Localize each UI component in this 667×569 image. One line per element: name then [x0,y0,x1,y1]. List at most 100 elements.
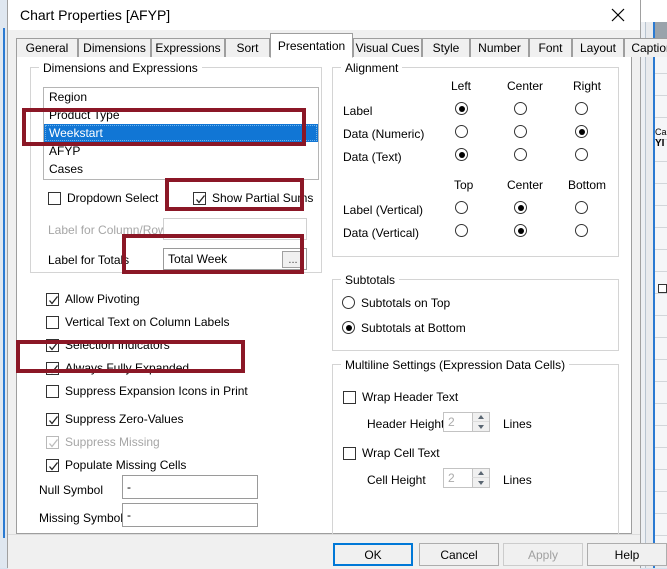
check-icon [49,342,59,351]
null-symbol-input[interactable]: - [122,475,258,499]
subtotals-group: Subtotals Subtotals on Top Subtotals at … [332,273,619,351]
suppress-zero-values-checkbox[interactable] [46,413,59,426]
alignment-data-text-right-radio[interactable] [575,148,588,161]
alignment-header-top: Top [454,178,474,192]
background-window-text-1: Ca [655,127,667,137]
ok-button[interactable]: OK [333,543,413,566]
tab-sort[interactable]: Sort [225,38,270,57]
alignment-row-data-text: Data (Text) [343,150,402,164]
tab-dimensions[interactable]: Dimensions [78,38,151,57]
background-window-resize-handle[interactable] [658,284,667,293]
alignment-label-center-radio[interactable] [514,102,527,115]
subtotals-at-bottom-radio[interactable] [342,321,355,334]
header-height-label: Header Height [367,417,445,431]
list-item[interactable]: AFYP [44,142,318,160]
suppress-expansion-icons-in-print-label: Suppress Expansion Icons in Print [65,384,248,398]
missing-symbol-input[interactable]: - [122,503,258,527]
alignment-row-label: Label [343,104,373,118]
dropdown-select-label: Dropdown Select [67,191,159,205]
tab-number[interactable]: Number [470,38,529,57]
list-item[interactable]: Region [44,88,318,106]
presentation-tab-panel: Dimensions and Expressions Region Produc… [16,57,632,549]
desktop-left-stripe [0,0,7,568]
dimensions-listbox[interactable]: Region Product Type Weekstart AFYP Cases [43,87,319,180]
label-for-totals-browse-button[interactable]: ... [282,251,304,268]
header-height-increment-icon[interactable] [472,413,489,422]
vertical-text-on-column-labels-checkbox[interactable] [46,316,59,329]
alignment-data-vertical-top-radio[interactable] [455,224,468,237]
tab-general[interactable]: General [16,38,78,57]
wrap-header-text-checkbox[interactable] [343,391,356,404]
cell-height-decrement-icon[interactable] [472,478,489,487]
cell-height-stepper[interactable]: 2 [443,468,490,488]
selection-indicators-checkbox[interactable] [46,339,59,352]
apply-button: Apply [503,543,583,566]
cancel-button[interactable]: Cancel [419,543,499,566]
alignment-label-vertical-bottom-radio[interactable] [575,201,588,214]
suppress-missing-label: Suppress Missing [65,435,160,449]
subtotals-on-top-radio[interactable] [342,296,355,309]
header-height-value: 2 [448,415,455,429]
header-height-decrement-icon[interactable] [472,422,489,431]
list-item[interactable]: Product Type [44,106,318,124]
wrap-cell-text-checkbox[interactable] [343,447,356,460]
alignment-data-vertical-bottom-radio[interactable] [575,224,588,237]
tab-strip: General Dimensions Expressions Sort Pres… [16,33,667,58]
tab-caption[interactable]: Caption [624,38,667,57]
close-icon[interactable] [596,0,640,30]
alignment-header-center: Center [507,79,544,93]
tab-layout[interactable]: Layout [572,38,624,57]
alignment-row-data-vertical: Data (Vertical) [343,226,420,240]
always-fully-expanded-checkbox[interactable] [46,362,59,375]
alignment-label-right-radio[interactable] [575,102,588,115]
alignment-label-vertical-top-radio[interactable] [455,201,468,214]
wrap-cell-text-label: Wrap Cell Text [362,446,440,460]
tab-style[interactable]: Style [422,38,470,57]
background-window[interactable]: Ca YI [640,0,667,568]
dialog-titlebar[interactable]: Chart Properties [AFYP] [8,0,640,30]
alignment-data-numeric-center-radio[interactable] [514,125,527,138]
subtotals-group-label: Subtotals [341,273,400,287]
alignment-label-left-radio[interactable] [455,102,468,115]
allow-pivoting-checkbox[interactable] [46,293,59,306]
alignment-label-vertical-center-radio[interactable] [514,201,527,214]
suppress-expansion-icons-in-print-checkbox[interactable] [46,385,59,398]
show-partial-sums-checkbox[interactable] [193,192,206,205]
vertical-text-on-column-labels-label: Vertical Text on Column Labels [65,315,230,329]
alignment-data-vertical-center-radio[interactable] [514,224,527,237]
alignment-group-label: Alignment [341,61,403,75]
tab-presentation[interactable]: Presentation [270,33,353,58]
label-for-totals-label: Label for Totals [48,253,130,267]
multiline-settings-group-label: Multiline Settings (Expression Data Cell… [341,358,570,372]
alignment-row-data-numeric: Data (Numeric) [343,127,425,141]
dropdown-select-checkbox[interactable] [48,192,61,205]
always-fully-expanded-label: Always Fully Expanded [65,361,190,375]
alignment-data-text-center-radio[interactable] [514,148,527,161]
populate-missing-cells-checkbox[interactable] [46,459,59,472]
suppress-missing-checkbox [46,436,59,449]
alignment-header-right: Right [573,79,602,93]
dimensions-group-label: Dimensions and Expressions [39,61,202,75]
cell-height-increment-icon[interactable] [472,469,489,478]
label-for-totals-input[interactable]: Total Week ... [163,248,307,270]
tab-font[interactable]: Font [529,38,572,57]
list-item[interactable]: Cases [44,160,318,178]
allow-pivoting-label: Allow Pivoting [65,292,140,306]
tab-expressions[interactable]: Expressions [151,38,225,57]
list-item[interactable]: Weekstart [44,124,318,142]
check-icon [49,439,59,448]
alignment-header-vcenter: Center [507,178,544,192]
multiline-settings-group: Multiline Settings (Expression Data Cell… [332,358,619,549]
label-for-column-row-label: Label for Column/Row [48,223,167,237]
alignment-data-text-left-radio[interactable] [455,148,468,161]
tab-visual-cues[interactable]: Visual Cues [353,38,422,57]
background-window-titlebar [640,0,667,22]
header-height-stepper[interactable]: 2 [443,412,490,432]
cell-height-units: Lines [503,473,532,487]
label-for-column-row-input[interactable] [163,218,307,240]
help-button[interactable]: Help [587,543,667,566]
background-window-accent [653,22,655,568]
alignment-data-numeric-left-radio[interactable] [455,125,468,138]
alignment-data-numeric-right-radio[interactable] [575,125,588,138]
check-icon [49,462,59,471]
